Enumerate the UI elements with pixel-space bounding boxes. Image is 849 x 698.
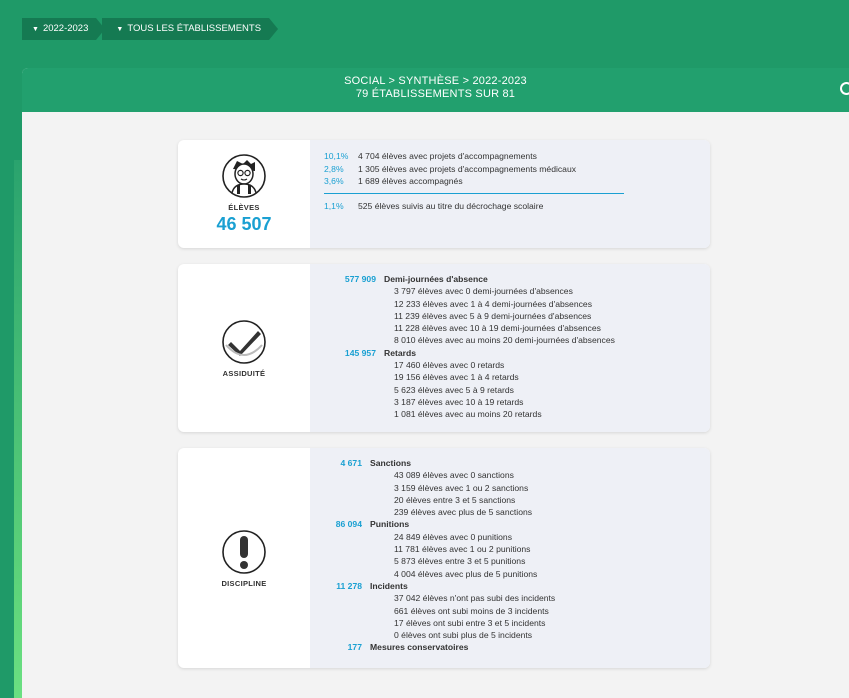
- eleves-summary: ÉLÈVES 46 507: [178, 140, 310, 248]
- section-header: 11 278 Incidents: [324, 580, 696, 592]
- section-count: 577 909: [344, 274, 376, 284]
- list-item: 3 159 élèves avec 1 ou 2 sanctions: [394, 482, 529, 493]
- list-item: 3,6% 1 689 élèves accompagnés: [324, 175, 696, 188]
- section-count: 86 094: [335, 519, 362, 530]
- check-icon: [222, 319, 266, 364]
- list-item: 17 460 élèves avec 0 retards: [394, 360, 505, 371]
- section-count: 4 671: [340, 458, 362, 468]
- section-title: Demi-journées d'absence: [384, 274, 488, 284]
- discipline-label: DISCIPLINE: [221, 578, 267, 588]
- section-header: 577 909 Demi-journées d'absence: [324, 273, 696, 285]
- section-header: 4 671 Sanctions: [324, 457, 696, 469]
- list-item: 11 228 élèves avec 10 à 19 demi-journées…: [394, 323, 601, 334]
- list-item: 3 797 élèves avec 0 demi-journées d'abse…: [394, 286, 573, 297]
- eleves-details: 10,1% 4 704 élèves avec projets d'accomp…: [310, 140, 710, 248]
- list-item: 12 233 élèves avec 1 à 4 demi-journées d…: [394, 298, 592, 309]
- establishments-filter[interactable]: ▼ TOUS LES ÉTABLISSEMENTS: [102, 18, 278, 40]
- section-title: Sanctions: [370, 458, 412, 468]
- section-header: 86 094 Punitions: [324, 518, 696, 530]
- eleves-text: 4 704 élèves avec projets d'accompagneme…: [358, 151, 537, 161]
- discipline-details: 4 671 Sanctions 43 089 élèves avec 0 san…: [310, 448, 710, 668]
- assiduite-details: 577 909 Demi-journées d'absence 3 797 él…: [310, 264, 710, 432]
- list-item: 4 004 élèves avec plus de 5 punitions: [394, 568, 538, 579]
- eleves-text: 525 élèves suivis au titre du décrochage…: [358, 200, 544, 211]
- list-item: 20 élèves entre 3 et 5 sanctions: [394, 494, 516, 505]
- list-item: 10,1% 4 704 élèves avec projets d'accomp…: [324, 150, 696, 163]
- establishments-filter-label: TOUS LES ÉTABLISSEMENTS: [127, 23, 262, 34]
- list-item: 1,1% 525 élèves suivis au titre du décro…: [324, 200, 696, 213]
- divider: [324, 192, 624, 194]
- eleves-total: 46 507: [216, 214, 272, 234]
- year-filter-label: 2022-2023: [42, 23, 89, 34]
- list-item: 661 élèves ont subi moins de 3 incidents: [394, 605, 549, 616]
- eleves-pct: 10,1%: [324, 151, 349, 161]
- list-item: 1 081 élèves avec au moins 20 retards: [394, 409, 542, 420]
- panel-header: SOCIAL > SYNTHÈSE > 2022-2023 79 ÉTABLIS…: [22, 68, 849, 112]
- eleves-text: 1 689 élèves accompagnés: [358, 176, 463, 186]
- section-count: 177: [347, 642, 362, 653]
- eleves-pct: 2,8%: [324, 163, 344, 174]
- panel-subtitle: 79 ÉTABLISSEMENTS SUR 81: [355, 88, 516, 100]
- list-item: 11 781 élèves avec 1 ou 2 punitions: [394, 544, 531, 555]
- eleves-label: ÉLÈVES: [228, 203, 260, 212]
- section-header: 145 957 Retards: [324, 347, 696, 359]
- exclamation-icon: [222, 529, 266, 574]
- list-item: 3 187 élèves avec 10 à 19 retards: [394, 396, 524, 407]
- list-item: 239 élèves avec plus de 5 sanctions: [394, 507, 533, 518]
- section-title: Punitions: [370, 519, 410, 530]
- section-title: Incidents: [370, 580, 408, 591]
- section-title: Retards: [384, 347, 416, 358]
- list-item: 37 042 élèves n'ont pas subi des inciden…: [394, 593, 556, 604]
- refresh-icon[interactable]: [840, 82, 849, 95]
- list-item: 19 156 élèves avec 1 à 4 retards: [394, 372, 519, 383]
- left-gradient-bar: [14, 160, 22, 698]
- student-icon: [222, 154, 266, 198]
- section-header: 177 Mesures conservatoires: [324, 641, 696, 653]
- discipline-summary: DISCIPLINE: [178, 448, 310, 668]
- list-item: 2,8% 1 305 élèves avec projets d'accompa…: [324, 163, 696, 176]
- list-item: 0 élèves ont subi plus de 5 incidents: [394, 630, 533, 641]
- assiduite-label: ASSIDUITÉ: [222, 368, 266, 378]
- assiduite-card: ASSIDUITÉ 577 909 Demi-journées d'absenc…: [178, 264, 710, 432]
- section-title: Mesures conservatoires: [370, 642, 469, 653]
- filter-breadcrumb: ▼ 2022-2023 ▼ TOUS LES ÉTABLISSEMENTS: [22, 18, 278, 40]
- section-count: 145 957: [344, 347, 376, 358]
- list-item: 43 089 élèves avec 0 sanctions: [394, 470, 514, 481]
- list-item: 11 239 élèves avec 5 à 9 demi-journées d…: [394, 310, 592, 321]
- assiduite-summary: ASSIDUITÉ: [178, 264, 310, 432]
- list-item: 17 élèves ont subi entre 3 et 5 incident…: [394, 617, 546, 628]
- chevron-down-icon: ▼: [32, 26, 39, 33]
- top-bar: ▼ 2022-2023 ▼ TOUS LES ÉTABLISSEMENTS: [0, 0, 849, 68]
- eleves-pct: 3,6%: [324, 176, 344, 186]
- chevron-down-icon: ▼: [116, 26, 124, 33]
- panel-title: SOCIAL > SYNTHÈSE > 2022-2023: [344, 75, 527, 87]
- eleves-card: ÉLÈVES 46 507 10,1% 4 704 élèves avec pr…: [178, 140, 710, 248]
- list-item: 5 623 élèves avec 5 à 9 retards: [394, 384, 514, 395]
- eleves-pct: 1,1%: [324, 200, 344, 211]
- list-item: 5 873 élèves entre 3 et 5 punitions: [394, 556, 526, 567]
- year-filter[interactable]: ▼ 2022-2023: [22, 18, 106, 40]
- discipline-card: DISCIPLINE 4 671 Sanctions 43 089 élèves…: [178, 448, 710, 668]
- list-item: 24 849 élèves avec 0 punitions: [394, 531, 513, 542]
- list-item: 8 010 élèves avec au moins 20 demi-journ…: [394, 335, 615, 346]
- section-count: 11 278: [336, 580, 362, 591]
- eleves-text: 1 305 élèves avec projets d'accompagneme…: [358, 163, 577, 174]
